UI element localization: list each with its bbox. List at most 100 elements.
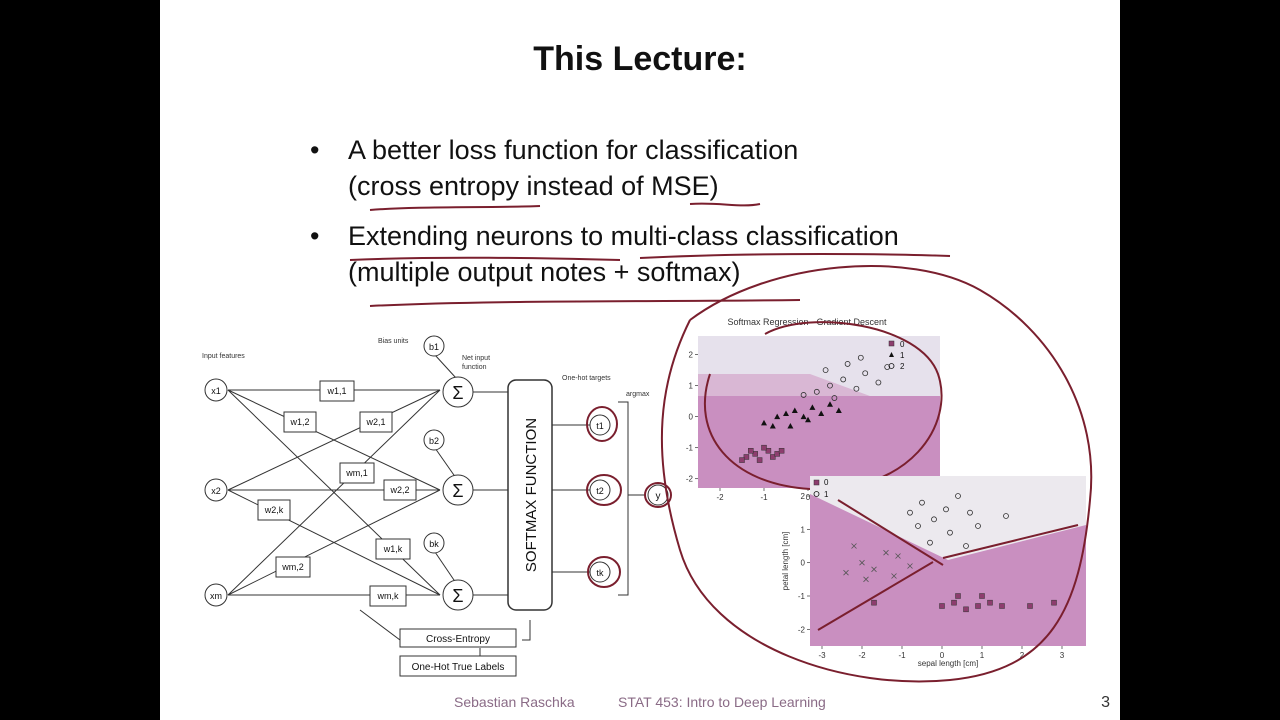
x-tick-label: -1 — [898, 651, 906, 660]
svg-text:Σ: Σ — [452, 586, 463, 606]
x-axis-label: sepal length [cm] — [918, 659, 978, 668]
y-tick-label: 0 — [801, 559, 806, 568]
legend-label: 0 — [900, 340, 905, 349]
input-node: x2 — [204, 478, 228, 502]
sum-node: Σ — [442, 474, 474, 506]
data-point — [748, 448, 754, 454]
slide: This Lecture: • A better loss function f… — [160, 0, 1120, 720]
bullet-dot-icon: • — [310, 221, 320, 251]
weight-box: wm,k — [369, 585, 407, 607]
sum-node: Σ — [442, 376, 474, 408]
svg-text:w1,2: w1,2 — [289, 417, 309, 427]
bullet-line: A better loss function for classificatio… — [348, 135, 799, 165]
svg-text:One-Hot True Labels: One-Hot True Labels — [412, 662, 505, 673]
weight-box: w1,2 — [283, 411, 317, 433]
x-tick-label: -1 — [760, 493, 768, 502]
data-point — [987, 599, 993, 606]
weight-box: wm,1 — [339, 462, 375, 484]
onehot-targets-label: One-hot targets — [562, 375, 611, 382]
svg-text:y: y — [656, 491, 661, 502]
y-axis-label: petal length [cm] — [781, 532, 790, 591]
svg-text:tk: tk — [596, 568, 604, 578]
chart-iris-decision-regions: -3 -2 -1 0 1 2 3 2 1 0 -1 -2 sepal length [cm] pet… — [781, 476, 1086, 668]
x-tick-label: 3 — [1060, 651, 1065, 660]
legend-label: 1 — [824, 490, 829, 499]
weight-box: wm,2 — [275, 556, 311, 578]
y-tick-label: 0 — [689, 413, 694, 422]
data-point — [756, 457, 763, 463]
svg-text:b2: b2 — [429, 436, 439, 446]
svg-text:wm,1: wm,1 — [345, 468, 368, 478]
svg-text:w2,2: w2,2 — [389, 485, 409, 495]
legend-marker — [813, 479, 820, 486]
svg-text:wm,2: wm,2 — [281, 562, 304, 572]
data-point — [761, 444, 767, 451]
input-node: x1 — [204, 378, 228, 402]
legend-label: 0 — [824, 478, 829, 487]
bias-node: b2 — [423, 429, 445, 451]
x-tick-label: 2 — [1020, 651, 1025, 660]
cross-entropy-box: Cross-Entropy — [399, 628, 517, 648]
weight-box: w1,k — [375, 538, 411, 560]
svg-text:t2: t2 — [596, 486, 604, 496]
svg-text:bk: bk — [429, 539, 439, 549]
svg-text:xm: xm — [210, 591, 222, 601]
svg-text:x1: x1 — [211, 386, 221, 396]
data-point — [939, 603, 945, 609]
y-tick-label: -1 — [686, 444, 694, 453]
output-node: y — [647, 484, 669, 506]
svg-text:t1: t1 — [596, 421, 604, 431]
softmax-box: SOFTMAX FUNCTION — [507, 379, 553, 611]
bullet-line: (cross entropy instead of MSE) — [348, 171, 719, 201]
net-input-label: Net input — [462, 355, 490, 362]
data-point — [1027, 603, 1033, 609]
x-tick-label: -3 — [818, 651, 826, 660]
svg-text:w2,k: w2,k — [264, 505, 284, 515]
bullet-item: • Extending neurons to multi-class class… — [310, 218, 1010, 290]
y-tick-label: 2 — [801, 492, 806, 501]
input-features-label: Input features — [202, 353, 245, 360]
svg-text:wm,k: wm,k — [377, 591, 399, 601]
svg-text:b1: b1 — [429, 342, 439, 352]
bullet-item: • A better loss function for classificat… — [310, 132, 1010, 204]
data-point — [778, 448, 785, 454]
data-point — [955, 593, 961, 599]
target-node: t1 — [589, 414, 611, 436]
argmax-label: argmax — [626, 391, 650, 398]
y-tick-label: -1 — [798, 592, 806, 601]
softmax-network-diagram: Input features Bias units Net input func… — [202, 335, 672, 677]
data-point — [979, 593, 985, 599]
svg-text:w2,1: w2,1 — [365, 417, 385, 427]
svg-text:SOFTMAX FUNCTION: SOFTMAX FUNCTION — [523, 418, 540, 572]
net-input-label: function — [462, 364, 487, 371]
y-tick-label: 1 — [689, 382, 694, 391]
data-point — [963, 606, 969, 613]
y-tick-label: 1 — [801, 525, 806, 534]
sum-node: Σ — [442, 579, 474, 611]
bullet-dot-icon: • — [310, 135, 320, 165]
footer-author: Sebastian Raschka — [454, 694, 575, 710]
y-tick-label: -2 — [798, 625, 806, 634]
svg-text:w1,k: w1,k — [383, 544, 403, 554]
x-tick-label: -2 — [858, 651, 866, 660]
x-tick-label: -2 — [716, 493, 724, 502]
svg-text:w1,1: w1,1 — [326, 386, 346, 396]
bullet-list: • A better loss function for classificat… — [310, 132, 1010, 304]
bullet-line: Extending neurons to multi-class classif… — [348, 221, 899, 251]
svg-text:Σ: Σ — [452, 383, 463, 403]
data-point — [999, 603, 1005, 609]
target-node: t2 — [589, 479, 611, 501]
weight-box: w2,k — [257, 499, 291, 521]
legend-label: 1 — [900, 351, 905, 360]
bias-node: bk — [423, 532, 445, 554]
weight-box: w2,1 — [359, 411, 393, 433]
legend-marker — [888, 340, 895, 347]
weight-box: w1,1 — [319, 380, 355, 402]
data-point — [951, 599, 957, 606]
input-node: xm — [204, 583, 228, 607]
bias-units-label: Bias units — [378, 338, 409, 345]
x-tick-label: 1 — [980, 651, 985, 660]
svg-text:x2: x2 — [211, 486, 221, 496]
true-labels-box: One-Hot True Labels — [399, 655, 517, 677]
data-point — [871, 599, 877, 606]
